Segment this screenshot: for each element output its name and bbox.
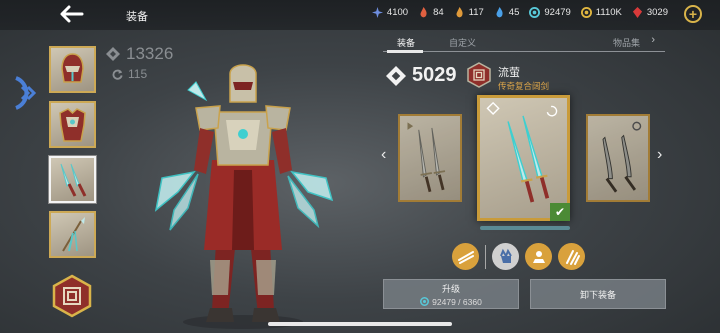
skill-fist[interactable] — [492, 243, 519, 270]
carousel-prev-arrow[interactable]: ‹ — [381, 146, 386, 164]
active-tab-indicator — [387, 50, 423, 53]
currency-ruby-gem[interactable]: 3029 — [632, 7, 668, 18]
power-diamond-icon — [106, 47, 120, 61]
slash-skill-icon — [457, 250, 474, 264]
top-bar: 装备 4100 84 117 45 92479 1110K 3029 + — [0, 0, 720, 30]
blue-flame-icon — [496, 7, 503, 18]
upgrade-button[interactable]: 升级 92479 / 6360 — [383, 279, 519, 309]
tab-customize[interactable]: 自定义 — [449, 36, 476, 49]
gold-coin-icon — [580, 7, 592, 18]
skill-separator — [485, 244, 486, 269]
helmet-icon — [61, 53, 84, 83]
tab-equipment[interactable]: 装备 — [397, 36, 415, 49]
currency-value: 3029 — [646, 7, 668, 18]
weapon-card-selected[interactable]: ✔ — [477, 95, 570, 221]
refresh-level-icon — [112, 69, 123, 80]
currency-value: 4100 — [386, 7, 409, 18]
currency-red-flame[interactable]: 84 — [418, 7, 444, 18]
add-currency-button[interactable]: + — [684, 5, 702, 23]
sabre-icon — [602, 121, 642, 193]
fist-skill-icon — [499, 248, 512, 263]
twin-sword-icon — [60, 163, 87, 197]
firefly-twin-sword-icon — [486, 101, 558, 203]
currency-blue-flame[interactable]: 45 — [494, 7, 520, 18]
skill-claws[interactable] — [558, 243, 585, 270]
broadsword-icon — [407, 122, 446, 193]
unequip-label: 卸下装备 — [579, 289, 616, 300]
slot-ranged[interactable] — [49, 211, 96, 258]
item-rarity-type: 传奇复合阔剑 — [498, 81, 550, 91]
currency-value: 92479 — [544, 7, 571, 18]
currency-gold-coin[interactable]: 1110K — [580, 7, 622, 18]
talisman-hex-icon[interactable] — [52, 274, 92, 318]
bloom-skill-icon — [532, 250, 545, 263]
currency-value: 117 — [468, 7, 484, 18]
upgrade-cost: 92479 / 6360 — [420, 297, 482, 307]
slot-helmet[interactable] — [49, 46, 96, 93]
spear-icon — [62, 217, 85, 252]
weapon-card-left[interactable] — [398, 114, 462, 202]
currency-orange-flame[interactable]: 117 — [454, 7, 484, 18]
currency-bar: 4100 84 117 45 92479 1110K 3029 — [371, 7, 668, 18]
currency-value: 45 — [508, 7, 520, 18]
tab-item-sets[interactable]: 物品集 — [613, 36, 640, 49]
skill-slash[interactable] — [452, 243, 479, 270]
currency-soul-shard[interactable]: 92479 — [529, 7, 571, 18]
carousel-next-arrow[interactable]: › — [657, 146, 662, 164]
item-power: 5029 — [386, 64, 457, 87]
selection-indicator — [480, 226, 570, 230]
upgrade-cost-value: 92479 / 6360 — [432, 296, 482, 307]
item-power-value: 5029 — [412, 64, 457, 86]
item-emblem-icon — [467, 62, 491, 88]
skill-bloom[interactable] — [525, 243, 552, 270]
back-arrow-icon[interactable] — [58, 4, 84, 24]
upgrade-label: 升级 — [441, 283, 460, 294]
ruby-gem-icon — [632, 7, 642, 18]
power-diamond-icon — [386, 65, 406, 86]
soul-shard-icon — [420, 297, 430, 306]
orange-flame-icon — [456, 7, 463, 18]
chevron-right-icon[interactable]: › — [651, 34, 655, 46]
item-name: 流萤 — [498, 67, 520, 79]
hero-character-model — [154, 64, 334, 329]
side-expand-arrow-icon[interactable] — [14, 76, 40, 110]
page-title: 装备 — [126, 11, 148, 23]
hero-level-value: 115 — [128, 67, 148, 81]
unequip-button[interactable]: 卸下装备 — [530, 279, 666, 309]
currency-star-crystal[interactable]: 4100 — [371, 7, 409, 18]
currency-value: 1110K — [595, 7, 622, 18]
soul-shard-icon — [529, 7, 541, 18]
armor-icon — [59, 108, 86, 142]
weapon-card-right[interactable] — [586, 114, 650, 202]
equipment-tabs: 装备 自定义 物品集 › — [383, 34, 665, 53]
slot-armor[interactable] — [49, 101, 96, 148]
red-flame-icon — [420, 7, 427, 18]
claw-skill-icon — [565, 249, 580, 265]
slot-weapon[interactable] — [49, 156, 96, 203]
star-crystal-icon — [371, 7, 383, 18]
currency-value: 84 — [433, 7, 444, 18]
home-indicator — [268, 322, 452, 326]
weapon-skills-row — [452, 243, 585, 270]
equipped-check-icon: ✔ — [550, 203, 570, 221]
hero-level: 115 — [112, 67, 147, 81]
